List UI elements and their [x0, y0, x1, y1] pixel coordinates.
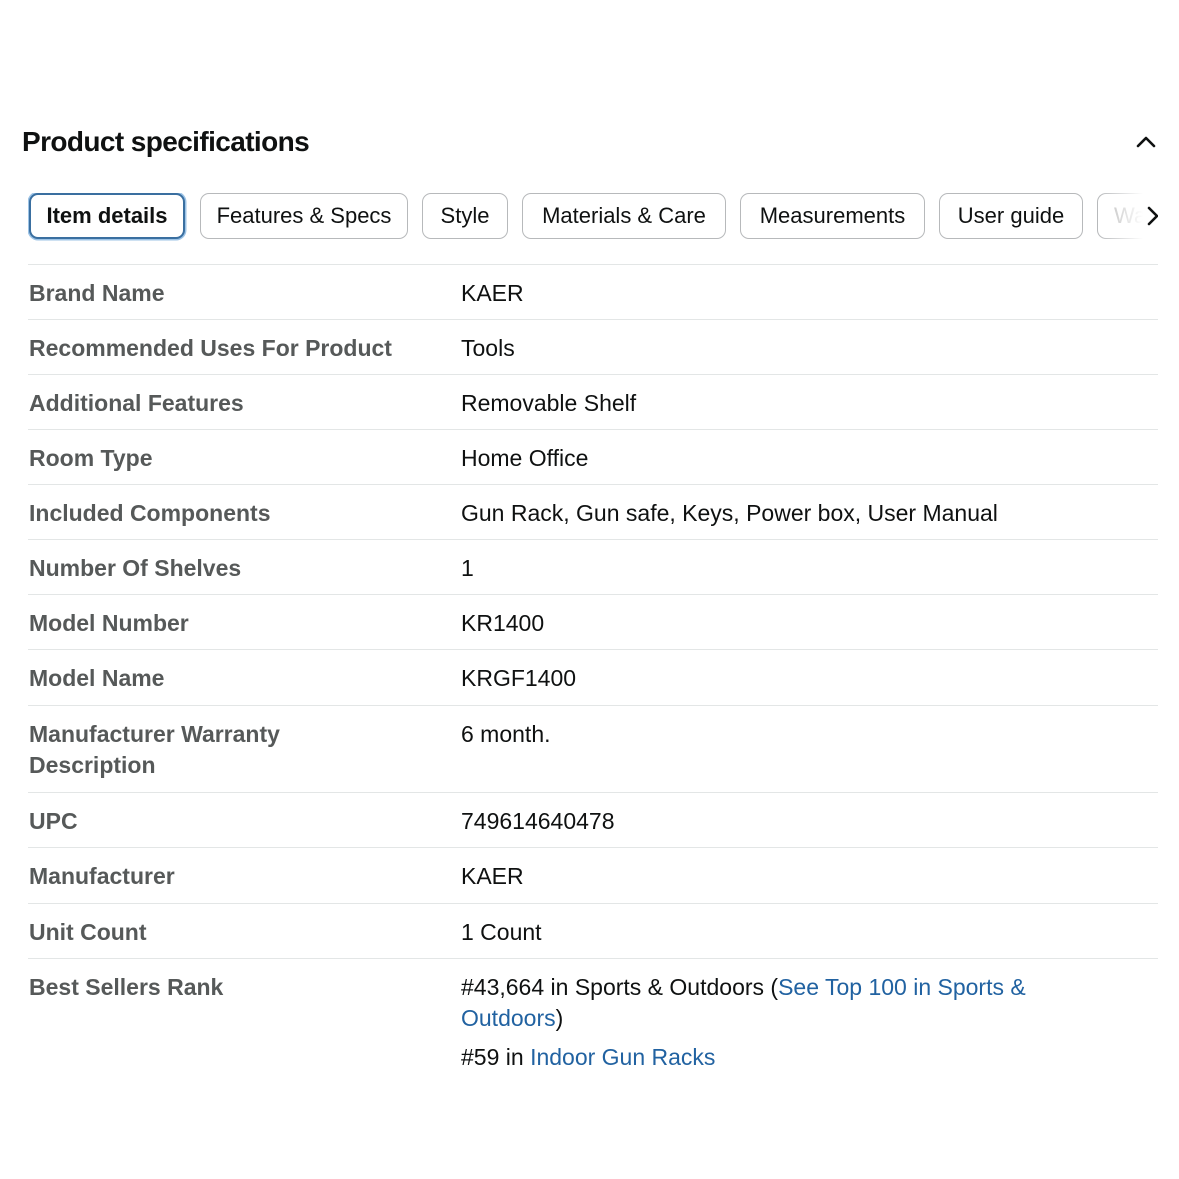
- tab-features-specs[interactable]: Features & Specs: [200, 193, 408, 239]
- spec-key: Best Sellers Rank: [29, 974, 224, 1000]
- rank-sports-suffix: ): [555, 1005, 564, 1031]
- rank-line-sports: #43,664 in Sports & Outdoors (See Top 10…: [461, 972, 1111, 1034]
- spec-row-room-type: Room Type Home Office: [28, 430, 1158, 485]
- spec-value: 1 Count: [461, 919, 542, 945]
- spec-row-brand-name: Brand Name KAER: [28, 265, 1158, 320]
- spec-row-included-components: Included Components Gun Rack, Gun safe, …: [28, 485, 1158, 540]
- best-sellers-value: #43,664 in Sports & Outdoors (See Top 10…: [461, 972, 1111, 1073]
- specs-table: Brand Name KAER Recommended Uses For Pro…: [28, 264, 1158, 1089]
- indoor-gun-racks-link[interactable]: Indoor Gun Racks: [530, 1044, 715, 1070]
- spec-key: Manufacturer Warranty Description: [29, 721, 280, 778]
- rank-sports-text: #43,664 in Sports & Outdoors (: [461, 974, 779, 1000]
- tab-user-guide[interactable]: User guide: [939, 193, 1083, 239]
- spec-key: UPC: [29, 808, 78, 834]
- spec-row-additional-features: Additional Features Removable Shelf: [28, 375, 1158, 430]
- spec-row-best-sellers-rank: Best Sellers Rank #43,664 in Sports & Ou…: [28, 959, 1158, 1089]
- spec-row-unit-count: Unit Count 1 Count: [28, 904, 1158, 959]
- spec-tabs: Item details Features & Specs Style Mate…: [28, 193, 1158, 243]
- spec-row-model-name: Model Name KRGF1400: [28, 650, 1158, 706]
- chevron-right-icon[interactable]: [1139, 202, 1158, 230]
- spec-row-warranty: Manufacturer Warranty Description 6 mont…: [28, 706, 1158, 793]
- spec-row-manufacturer: Manufacturer KAER: [28, 848, 1158, 904]
- spec-key: Model Number: [29, 610, 189, 636]
- spec-key: Room Type: [29, 445, 153, 471]
- spec-key: Model Name: [29, 665, 165, 691]
- spec-value: Gun Rack, Gun safe, Keys, Power box, Use…: [461, 500, 998, 526]
- spec-key: Brand Name: [29, 280, 165, 306]
- spec-value: KR1400: [461, 610, 545, 636]
- spec-value: Tools: [461, 335, 515, 361]
- spec-key: Recommended Uses For Product: [29, 335, 392, 361]
- spec-row-number-of-shelves: Number Of Shelves 1: [28, 540, 1158, 595]
- spec-row-recommended-uses: Recommended Uses For Product Tools: [28, 320, 1158, 375]
- specs-header: Product specifications: [22, 120, 1162, 170]
- spec-value: 749614640478: [461, 808, 615, 834]
- spec-value: 1: [461, 555, 474, 581]
- spec-value: Home Office: [461, 445, 589, 471]
- tab-style[interactable]: Style: [422, 193, 508, 239]
- tab-materials-care[interactable]: Materials & Care: [522, 193, 726, 239]
- rank-gun-racks-text: #59 in: [461, 1044, 531, 1070]
- rank-line-gun-racks: #59 in Indoor Gun Racks: [461, 1042, 1111, 1073]
- spec-row-model-number: Model Number KR1400: [28, 595, 1158, 650]
- spec-value: KRGF1400: [461, 665, 577, 691]
- spec-row-upc: UPC 749614640478: [28, 793, 1158, 848]
- spec-value: 6 month.: [461, 721, 551, 747]
- chevron-up-icon[interactable]: [1132, 128, 1160, 156]
- spec-value: Removable Shelf: [461, 390, 637, 416]
- section-title: Product specifications: [22, 126, 310, 157]
- spec-key: Unit Count: [29, 919, 147, 945]
- spec-value: KAER: [461, 280, 524, 306]
- tab-measurements[interactable]: Measurements: [740, 193, 925, 239]
- tab-item-details[interactable]: Item details: [29, 193, 185, 239]
- spec-key: Manufacturer: [29, 863, 175, 889]
- spec-key: Number Of Shelves: [29, 555, 242, 581]
- spec-key: Included Components: [29, 500, 271, 526]
- spec-key: Additional Features: [29, 390, 244, 416]
- spec-value: KAER: [461, 863, 524, 889]
